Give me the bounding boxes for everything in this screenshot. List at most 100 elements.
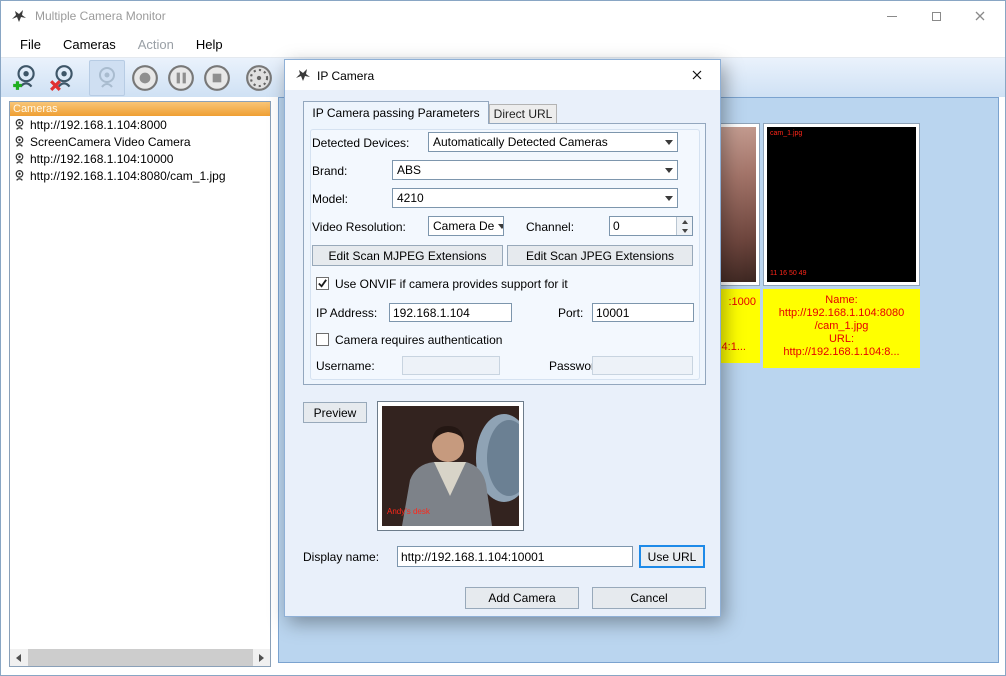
camera-info-label-2[interactable]: Name: http://192.168.1.104:8080 /cam_1.j… bbox=[763, 289, 920, 368]
arrow-down-icon bbox=[682, 229, 688, 233]
brand-label: Brand: bbox=[312, 164, 347, 178]
menu-action: Action bbox=[127, 33, 185, 56]
stepper-buttons bbox=[676, 217, 692, 235]
scrollbar-thumb[interactable] bbox=[28, 649, 254, 666]
minimize-icon bbox=[887, 16, 897, 17]
model-label: Model: bbox=[312, 192, 348, 206]
camera-list-item-label: ScreenCamera Video Camera bbox=[30, 135, 191, 149]
scroll-right-button[interactable] bbox=[253, 649, 270, 666]
menubar: File Cameras Action Help bbox=[1, 31, 1005, 57]
detected-devices-label: Detected Devices: bbox=[312, 136, 409, 150]
use-url-button[interactable]: Use URL bbox=[639, 545, 705, 568]
delete-camera-button[interactable] bbox=[45, 60, 81, 96]
auth-label: Camera requires authentication bbox=[335, 333, 502, 347]
dialog-close-icon bbox=[692, 70, 702, 80]
add-camera-dialog-button[interactable]: Add Camera bbox=[465, 587, 579, 609]
checkmark-icon bbox=[317, 278, 328, 289]
menu-cameras[interactable]: Cameras bbox=[52, 33, 127, 56]
close-icon bbox=[975, 11, 985, 21]
detected-devices-value: Automatically Detected Cameras bbox=[433, 135, 608, 149]
pause-button[interactable] bbox=[163, 60, 199, 96]
channel-label: Channel: bbox=[526, 220, 574, 234]
dialog-titlebar: IP Camera bbox=[285, 60, 720, 90]
window-title: Multiple Camera Monitor bbox=[35, 9, 166, 23]
camera-info-line: http://192.168.1.104:8... bbox=[763, 346, 920, 359]
video-resolution-value: Camera De bbox=[433, 219, 494, 233]
brand-value: ABS bbox=[397, 163, 421, 177]
tab-ip-camera-parameters[interactable]: IP Camera passing Parameters bbox=[303, 101, 489, 124]
camera-info-line: Name: bbox=[763, 294, 920, 307]
maximize-button[interactable] bbox=[915, 1, 957, 31]
chevron-down-icon bbox=[665, 196, 673, 201]
preview-image: Andy's desk bbox=[382, 406, 519, 526]
dial-button[interactable] bbox=[241, 60, 277, 96]
record-button[interactable] bbox=[127, 60, 163, 96]
ip-camera-dialog: IP Camera IP Camera passing Parameters D… bbox=[284, 59, 721, 617]
onvif-label: Use ONVIF if camera provides support for… bbox=[335, 277, 568, 291]
channel-input[interactable] bbox=[610, 217, 676, 235]
model-select[interactable]: 4210 bbox=[392, 188, 678, 208]
maximize-icon bbox=[932, 12, 941, 21]
webcam-icon bbox=[13, 135, 26, 148]
display-name-label: Display name: bbox=[303, 550, 379, 564]
chevron-down-icon bbox=[665, 140, 673, 145]
camera-settings-button[interactable] bbox=[89, 60, 125, 96]
dial-icon bbox=[245, 64, 273, 92]
ip-address-label: IP Address: bbox=[316, 306, 377, 320]
menu-help[interactable]: Help bbox=[185, 33, 234, 56]
webcam-icon bbox=[13, 152, 26, 165]
add-camera-icon bbox=[11, 64, 39, 92]
chevron-down-icon bbox=[498, 224, 504, 229]
camera-thumbnail-2[interactable]: cam_1.jpg 11 16 50 49 bbox=[763, 123, 920, 286]
display-name-input[interactable] bbox=[397, 546, 633, 567]
camera-list-item-label: http://192.168.1.104:8000 bbox=[30, 118, 167, 132]
camera-list-item[interactable]: http://192.168.1.104:8000 bbox=[10, 116, 270, 133]
dialog-title: IP Camera bbox=[317, 69, 374, 83]
webcam-icon bbox=[13, 118, 26, 131]
edit-jpeg-extensions-button[interactable]: Edit Scan JPEG Extensions bbox=[507, 245, 693, 266]
minimize-button[interactable] bbox=[871, 1, 913, 31]
password-input bbox=[592, 356, 693, 375]
preview-frame: Andy's desk bbox=[377, 401, 524, 531]
dialog-close-button[interactable] bbox=[675, 61, 719, 89]
add-camera-button[interactable] bbox=[7, 60, 43, 96]
port-label: Port: bbox=[558, 306, 583, 320]
tab-direct-url[interactable]: Direct URL bbox=[489, 104, 557, 124]
horizontal-scrollbar[interactable] bbox=[10, 649, 270, 666]
camera-list-panel: Cameras http://192.168.1.104:8000 Screen… bbox=[9, 101, 271, 667]
menu-file[interactable]: File bbox=[9, 33, 52, 56]
camera-list-item[interactable]: http://192.168.1.104:8080/cam_1.jpg bbox=[10, 167, 270, 184]
camera-thumbnail-2-image: cam_1.jpg 11 16 50 49 bbox=[767, 127, 916, 282]
auth-checkbox[interactable] bbox=[316, 333, 329, 346]
video-resolution-select[interactable]: Camera De bbox=[428, 216, 504, 236]
camera-list-item[interactable]: ScreenCamera Video Camera bbox=[10, 133, 270, 150]
stepper-down-button[interactable] bbox=[677, 226, 692, 235]
camera-disabled-icon bbox=[94, 65, 120, 91]
brand-select[interactable]: ABS bbox=[392, 160, 678, 180]
camera-osd-timestamp: 11 16 50 49 bbox=[770, 270, 806, 278]
stepper-up-button[interactable] bbox=[677, 217, 692, 226]
close-button[interactable] bbox=[959, 1, 1001, 31]
username-label: Username: bbox=[316, 359, 375, 373]
port-input[interactable] bbox=[592, 303, 694, 322]
channel-stepper[interactable] bbox=[609, 216, 693, 236]
camera-info-line: /cam_1.jpg bbox=[763, 320, 920, 333]
camera-osd-text: cam_1.jpg bbox=[770, 130, 802, 138]
video-resolution-label: Video Resolution: bbox=[312, 220, 406, 234]
onvif-checkbox[interactable] bbox=[316, 277, 329, 290]
ip-address-input[interactable] bbox=[389, 303, 512, 322]
edit-mjpeg-extensions-button[interactable]: Edit Scan MJPEG Extensions bbox=[312, 245, 503, 266]
model-value: 4210 bbox=[397, 191, 424, 205]
cancel-button[interactable]: Cancel bbox=[592, 587, 706, 609]
username-input bbox=[402, 356, 500, 375]
chevron-down-icon bbox=[665, 168, 673, 173]
delete-camera-icon bbox=[49, 64, 77, 92]
detected-devices-select[interactable]: Automatically Detected Cameras bbox=[428, 132, 678, 152]
scroll-left-button[interactable] bbox=[10, 649, 27, 666]
camera-list-item[interactable]: http://192.168.1.104:10000 bbox=[10, 150, 270, 167]
preview-button[interactable]: Preview bbox=[303, 402, 367, 423]
stop-button[interactable] bbox=[199, 60, 235, 96]
camera-info-line: URL: bbox=[763, 333, 920, 346]
camera-list-item-label: http://192.168.1.104:10000 bbox=[30, 152, 173, 166]
record-icon bbox=[131, 64, 159, 92]
